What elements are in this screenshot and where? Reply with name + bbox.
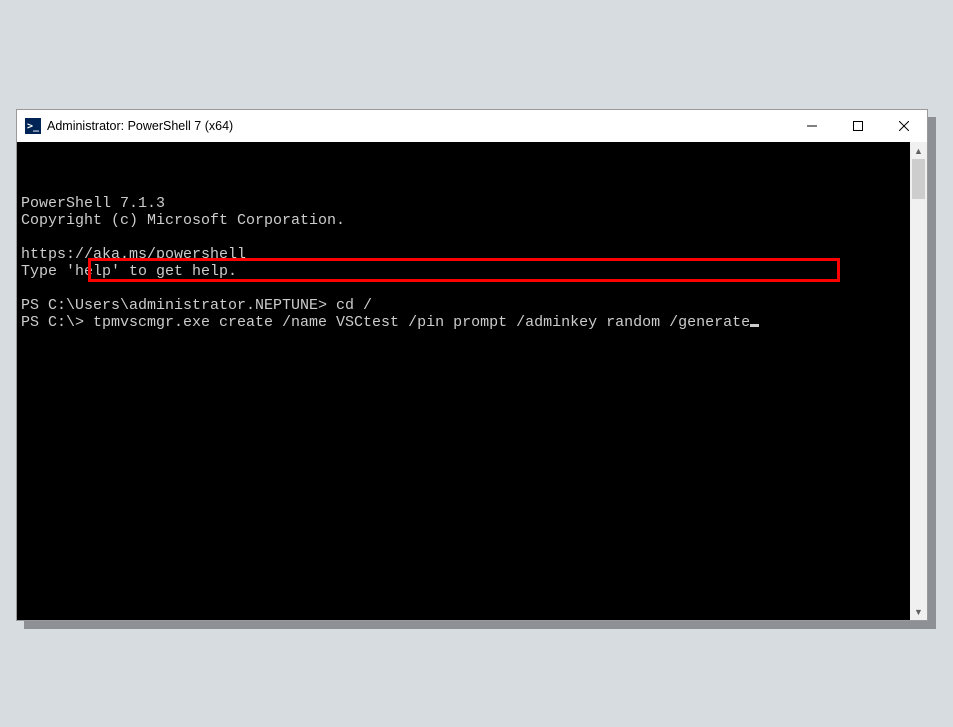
close-icon — [899, 121, 909, 131]
maximize-icon — [853, 121, 863, 131]
window-controls — [789, 110, 927, 142]
terminal[interactable]: PowerShell 7.1.3Copyright (c) Microsoft … — [17, 142, 910, 620]
minimize-icon — [807, 121, 817, 131]
terminal-line: PowerShell 7.1.3 — [21, 195, 910, 212]
maximize-button[interactable] — [835, 110, 881, 142]
vertical-scrollbar[interactable]: ▲ ▼ — [910, 142, 927, 620]
scrollbar-track[interactable] — [910, 159, 927, 603]
terminal-line: PS C:\> tpmvscmgr.exe create /name VSCte… — [21, 314, 910, 331]
powershell-window: >_ Administrator: PowerShell 7 (x64) Pow… — [16, 109, 928, 621]
terminal-line: https://aka.ms/powershell — [21, 246, 910, 263]
terminal-line — [21, 280, 910, 297]
terminal-line — [21, 229, 910, 246]
terminal-container: PowerShell 7.1.3Copyright (c) Microsoft … — [17, 142, 927, 620]
terminal-line: Type 'help' to get help. — [21, 263, 910, 280]
scroll-up-arrow[interactable]: ▲ — [910, 142, 927, 159]
terminal-line: PS C:\Users\administrator.NEPTUNE> cd / — [21, 297, 910, 314]
minimize-button[interactable] — [789, 110, 835, 142]
cursor — [750, 324, 759, 327]
titlebar[interactable]: >_ Administrator: PowerShell 7 (x64) — [17, 110, 927, 142]
scroll-down-arrow[interactable]: ▼ — [910, 603, 927, 620]
powershell-icon-glyph: >_ — [27, 121, 39, 132]
terminal-line: Copyright (c) Microsoft Corporation. — [21, 212, 910, 229]
scrollbar-thumb[interactable] — [912, 159, 925, 199]
window-title: Administrator: PowerShell 7 (x64) — [47, 119, 233, 133]
powershell-icon: >_ — [25, 118, 41, 134]
close-button[interactable] — [881, 110, 927, 142]
